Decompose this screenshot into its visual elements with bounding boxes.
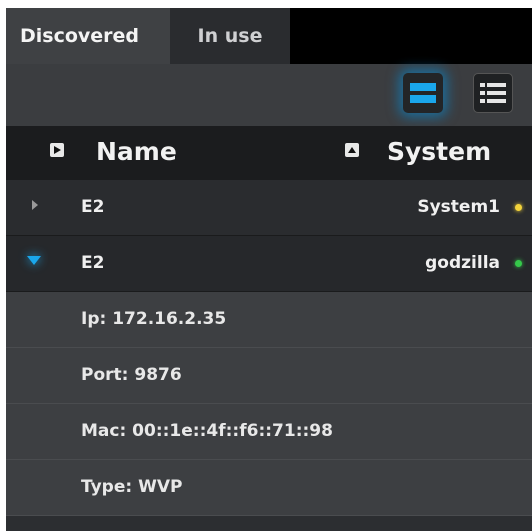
row-system: godzilla	[425, 253, 500, 273]
tab-bar: Discovered In use	[6, 8, 532, 64]
list-view-icon	[480, 83, 506, 103]
status-dot	[515, 260, 522, 267]
table-header: Name System	[6, 126, 532, 182]
row-system: System1	[417, 197, 500, 217]
collapse-arrow-icon[interactable]	[24, 252, 44, 268]
detail-row-mac: Mac: 00::1e::4f::f6::71::98	[6, 404, 532, 460]
table-row[interactable]: E2 godzilla	[6, 236, 532, 292]
detail-mac: Mac: 00::1e::4f::f6::71::98	[81, 421, 333, 441]
list-view-button[interactable]	[473, 73, 513, 113]
detail-row-type: Type: WVP	[6, 460, 532, 516]
tab-discovered[interactable]: Discovered	[6, 8, 170, 64]
sort-up-icon[interactable]	[345, 143, 359, 157]
tab-in-use[interactable]: In use	[170, 8, 290, 64]
column-header-name[interactable]: Name	[96, 137, 177, 167]
detail-type: Type: WVP	[81, 477, 183, 497]
table-row[interactable]: E2 System1	[6, 180, 532, 236]
compact-view-button[interactable]	[403, 73, 443, 113]
detail-port: Port: 9876	[81, 365, 182, 385]
row-name: E2	[81, 197, 105, 217]
expand-arrow-icon[interactable]	[30, 199, 40, 211]
status-dot	[515, 204, 522, 211]
row-name: E2	[81, 253, 105, 273]
column-header-system[interactable]: System	[387, 137, 491, 167]
view-toolbar	[6, 64, 532, 126]
detail-ip: Ip: 172.16.2.35	[81, 309, 227, 329]
detail-row-port: Port: 9876	[6, 348, 532, 404]
sort-right-icon[interactable]	[50, 143, 64, 157]
detail-row-ip: Ip: 172.16.2.35	[6, 292, 532, 348]
devices-panel: Discovered In use Name System E2 System1…	[6, 8, 532, 531]
compact-view-icon	[410, 83, 436, 103]
